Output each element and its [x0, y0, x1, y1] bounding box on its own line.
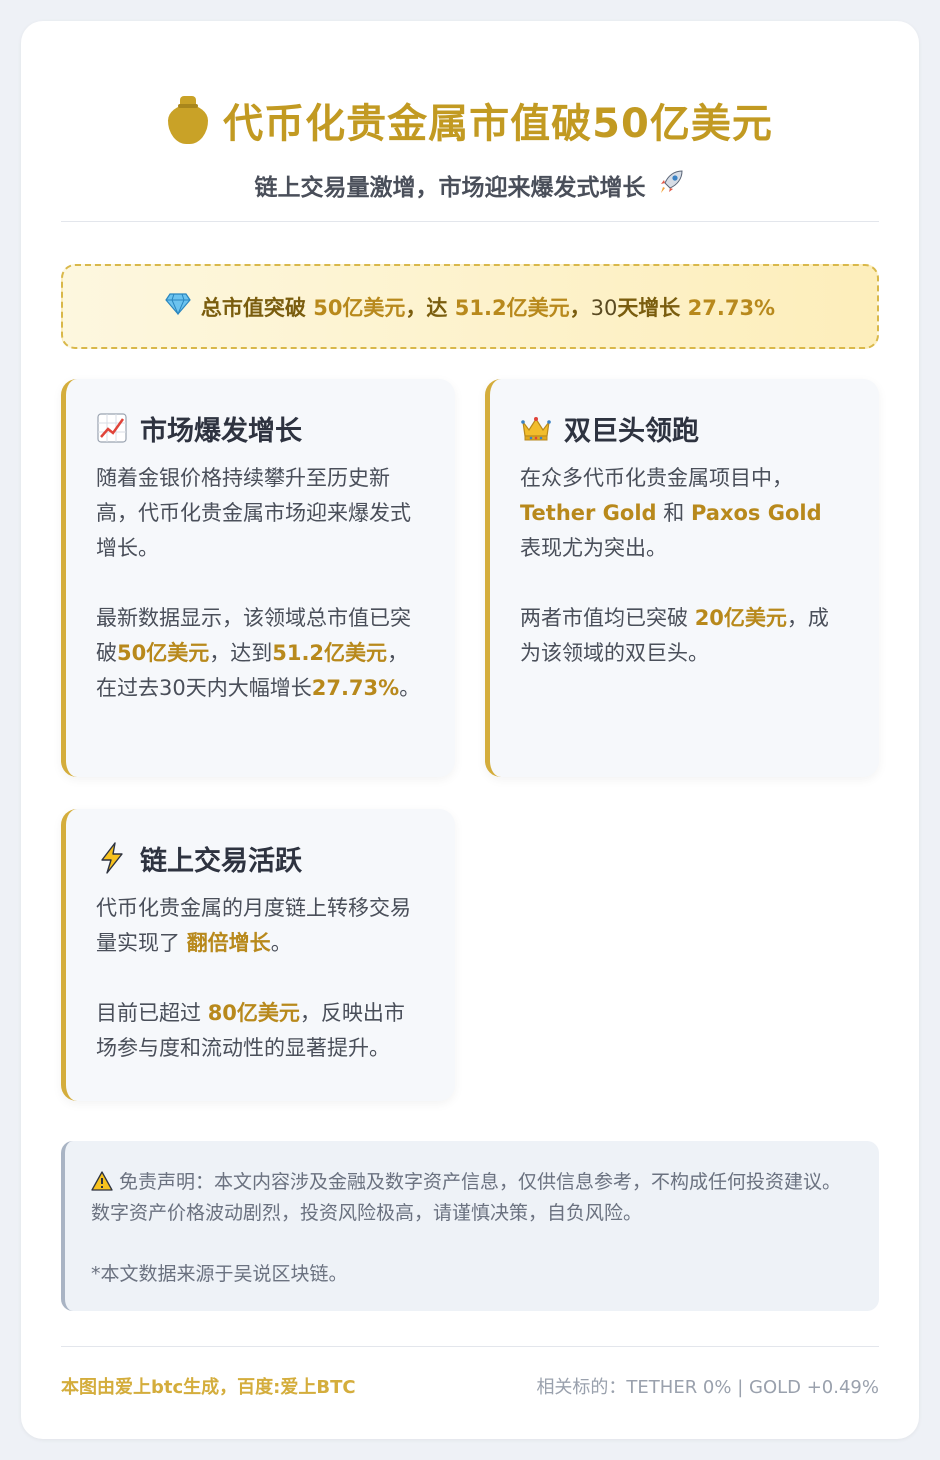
section-paragraph: 最新数据显示，该领域总市值已突破50亿美元，达到51.2亿美元，在过去30天内大…: [96, 601, 425, 706]
page-title: 代币化贵金属市值破50亿美元: [223, 101, 773, 147]
header: 代币化贵金属市值破50亿美元 链上交易量激增，市场迎来爆发式增长: [61, 89, 879, 203]
subtitle-text: 链上交易量激增，市场迎来爆发式增长: [254, 175, 646, 201]
section-paragraph: 代币化贵金属的月度链上转移交易量实现了 翻倍增长。: [96, 891, 425, 961]
lightning-icon: [96, 842, 128, 874]
text: 目前已超过: [96, 1001, 201, 1025]
section-two-leaders: 双巨头领跑 在众多代币化贵金属项目中， Tether Gold 和 Paxos G…: [485, 379, 879, 777]
disclaimer-text: 免责声明：本文内容涉及金融及数字资产信息，仅供信息参考，不构成任何投资建议。数字…: [91, 1167, 853, 1229]
section-title: 链上交易活跃: [140, 845, 302, 877]
value-growth: 27.73%: [311, 676, 400, 700]
section-body: 代币化贵金属的月度链上转移交易量实现了 翻倍增长。 目前已超过 80亿美元，反映…: [96, 891, 425, 1066]
section-body: 随着金银价格持续攀升至历史新高，代币化贵金属市场迎来爆发式增长。 最新数据显示，…: [96, 461, 425, 706]
text: 表现尤为突出。: [520, 536, 667, 560]
value-volume: 80亿美元: [207, 1001, 300, 1025]
highlight-growth: 27.73%: [687, 295, 776, 320]
gem-icon: [165, 292, 191, 322]
value-leader-cap: 20亿美元: [694, 606, 787, 630]
section-paragraph: 随着金银价格持续攀升至历史新高，代币化贵金属市场迎来爆发式增长。: [96, 466, 411, 560]
text: 和: [663, 501, 685, 525]
section-title-row: 双巨头领跑: [520, 409, 849, 447]
text: 两者市值均已突破: [520, 606, 688, 630]
section-title-row: 链上交易活跃: [96, 839, 425, 877]
section-paragraph: 两者市值均已突破 20亿美元，成为该领域的双巨头。: [520, 601, 849, 671]
section-market-growth: 市场爆发增长 随着金银价格持续攀升至历史新高，代币化贵金属市场迎来爆发式增长。 …: [61, 379, 455, 777]
text: 。: [399, 676, 421, 700]
value-doubling: 翻倍增长: [186, 931, 271, 955]
value-market-cap: 51.2亿美元: [272, 641, 388, 665]
section-body: 在众多代币化贵金属项目中， Tether Gold 和 Paxos Gold 表现…: [520, 461, 849, 671]
section-paragraph: 目前已超过 80亿美元，反映出市场参与度和流动性的显著提升。: [96, 996, 425, 1066]
section-title: 市场爆发增长: [140, 415, 302, 447]
data-source: *本文数据来源于吴说区块链。: [91, 1263, 348, 1285]
highlight-comma: ，: [569, 295, 591, 320]
crown-icon: [520, 412, 552, 444]
text: 在众多代币化贵金属项目中，: [520, 466, 793, 490]
highlight-label: 总市值突破: [200, 295, 306, 320]
footer-credit: 本图由爱上btc生成，百度:爱上BTC: [61, 1377, 356, 1398]
header-divider: [61, 221, 879, 222]
value-threshold: 50亿美元: [117, 641, 210, 665]
article-card: 代币化贵金属市值破50亿美元 链上交易量激增，市场迎来爆发式增长 总市值突破 5…: [21, 21, 919, 1439]
disclaimer-body: 免责声明：本文内容涉及金融及数字资产信息，仅供信息参考，不构成任何投资建议。数字…: [91, 1171, 842, 1224]
highlight-threshold: 50亿美元: [313, 295, 406, 320]
footer-divider: [61, 1346, 879, 1347]
rocket-icon: [656, 167, 686, 203]
footer-related-tickers: 相关标的：TETHER 0% | GOLD +0.49%: [536, 1377, 879, 1398]
section-title-row: 市场爆发增长: [96, 409, 425, 447]
page-subtitle: 链上交易量激增，市场迎来爆发式增长: [61, 167, 879, 203]
section-onchain-activity: 链上交易活跃 代币化贵金属的月度链上转移交易量实现了 翻倍增长。 目前已超过 8…: [61, 809, 455, 1101]
highlight-days: 30: [590, 295, 618, 320]
text: ，达到: [209, 641, 273, 665]
section-paragraph: 在众多代币化贵金属项目中， Tether Gold 和 Paxos Gold 表现…: [520, 461, 849, 566]
text: 。: [270, 931, 292, 955]
paxos-gold: Paxos Gold: [690, 501, 822, 525]
section-title: 双巨头领跑: [564, 415, 699, 447]
title-row: 代币化贵金属市值破50亿美元: [61, 89, 879, 151]
money-bag-icon: [167, 96, 209, 144]
disclaimer: 免责声明：本文内容涉及金融及数字资产信息，仅供信息参考，不构成任何投资建议。数字…: [61, 1141, 879, 1311]
highlight-growth-label: 天增长: [617, 295, 681, 320]
warning-icon: [91, 1170, 113, 1191]
highlight-sep: ，达: [405, 295, 448, 320]
summary-highlight: 总市值突破 50亿美元，达 51.2亿美元，30天增长 27.73%: [61, 264, 879, 349]
chart-increasing-icon: [96, 412, 128, 444]
highlight-market-cap: 51.2亿美元: [454, 295, 570, 320]
tether-gold: Tether Gold: [520, 501, 657, 525]
